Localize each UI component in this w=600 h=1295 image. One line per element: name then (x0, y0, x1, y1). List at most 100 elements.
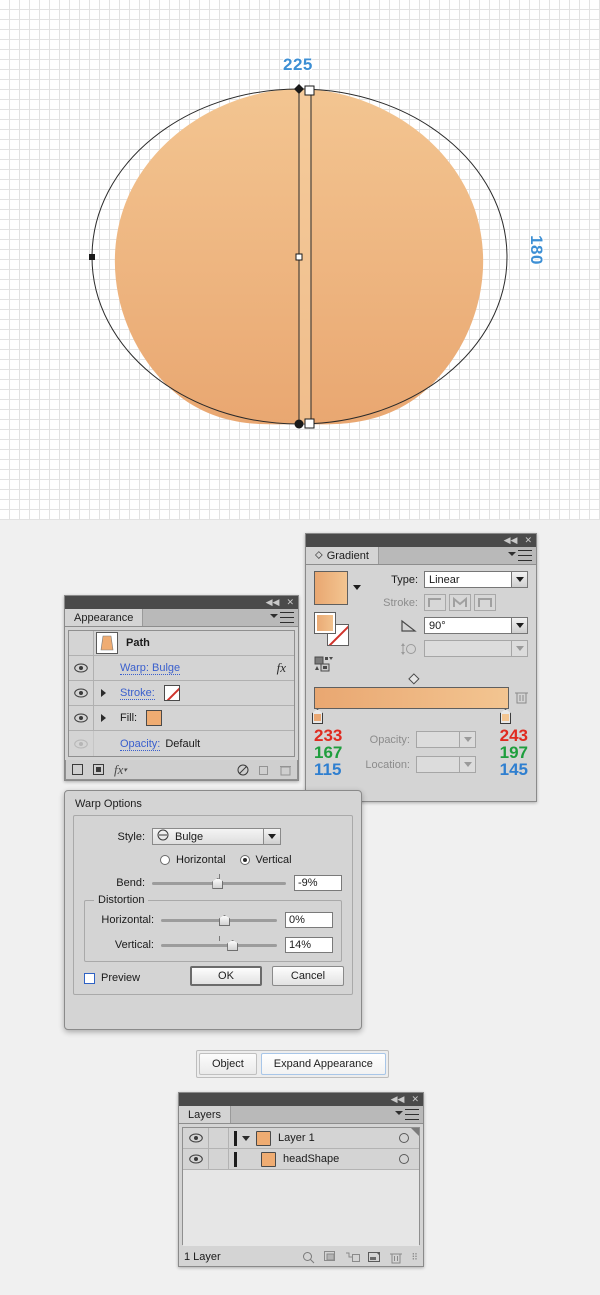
stroke-expand-arrow[interactable] (94, 689, 112, 697)
layer-row-layer1[interactable]: Layer 1 (183, 1128, 419, 1149)
tab-gradient[interactable]: ⬦ Gradient (306, 547, 379, 564)
cancel-button[interactable]: Cancel (272, 966, 344, 986)
collapse-icon[interactable]: ◀◀ (391, 1095, 405, 1104)
add-new-effect-icon[interactable]: fx ▾ (114, 762, 127, 778)
layer1-selection-bar (234, 1130, 237, 1146)
fill-visibility-toggle[interactable] (69, 706, 94, 730)
radio-horizontal-label[interactable]: Horizontal (176, 854, 226, 866)
panel-menu-icon[interactable] (280, 612, 294, 623)
gradient-type-select[interactable]: Linear (424, 571, 512, 588)
warp-style-select[interactable]: Bulge (152, 828, 264, 845)
stroke-across-button[interactable] (474, 594, 496, 611)
stroke-none-swatch[interactable] (163, 685, 180, 701)
layer1-target-indicator[interactable] (399, 1133, 409, 1143)
right-stop-green-value: 197 (499, 743, 528, 762)
collapse-icon[interactable]: ◀◀ (266, 598, 280, 607)
delete-item-icon[interactable] (280, 764, 291, 776)
gradient-slider[interactable] (312, 673, 528, 724)
fill-stroke-indicator[interactable] (314, 612, 350, 646)
layer1-visibility-toggle[interactable] (183, 1128, 209, 1148)
layer-row-headshape[interactable]: headShape (183, 1149, 419, 1170)
tab-layers[interactable]: Layers (179, 1106, 232, 1123)
gradient-angle-input[interactable]: 90° (424, 617, 512, 634)
resize-grip-icon[interactable]: ⠿ (411, 1252, 418, 1263)
gradient-ramp[interactable] (314, 687, 509, 709)
panel-menu-triangle-icon[interactable] (508, 552, 516, 556)
expand-appearance-button[interactable]: Expand Appearance (260, 1053, 386, 1075)
radio-vertical[interactable] (239, 855, 250, 865)
warp-effect-link[interactable]: Warp: Bulge (120, 662, 181, 675)
gradient-type-dropdown-icon[interactable] (512, 571, 528, 588)
gradient-opacity-input[interactable] (416, 731, 460, 748)
appearance-row-fill[interactable]: Fill: (69, 706, 294, 731)
preview-label[interactable]: Preview (101, 972, 140, 984)
layers-empty-area[interactable] (183, 1170, 419, 1246)
artboard-canvas[interactable]: 225 180 (0, 0, 600, 520)
create-new-sublayer-icon[interactable] (341, 1251, 363, 1263)
delete-stop-icon[interactable] (515, 690, 528, 707)
layer1-name[interactable]: Layer 1 (278, 1132, 315, 1144)
stroke-along-button[interactable] (449, 594, 471, 611)
distortion-horizontal-input[interactable]: 0% (285, 912, 333, 928)
locate-object-icon[interactable] (297, 1251, 319, 1264)
fill-indicator[interactable] (314, 612, 336, 634)
appearance-row-opacity[interactable]: Opacity: Default (69, 731, 294, 756)
create-new-layer-icon[interactable] (363, 1251, 385, 1263)
tab-appearance[interactable]: Appearance (65, 609, 144, 626)
close-icon[interactable]: ✕ (524, 536, 532, 545)
add-new-stroke-icon[interactable] (72, 764, 83, 775)
close-icon[interactable]: ✕ (286, 598, 294, 607)
fill-expand-arrow[interactable] (94, 714, 112, 722)
bend-slider[interactable] (152, 874, 286, 889)
stroke-within-button[interactable] (424, 594, 446, 611)
panel-menu-triangle-icon[interactable] (270, 614, 278, 618)
headshape-target-indicator[interactable] (399, 1154, 409, 1164)
stroke-visibility-toggle[interactable] (69, 681, 94, 705)
clear-appearance-icon[interactable] (237, 764, 249, 776)
gradient-angle-dropdown-icon[interactable] (512, 617, 528, 634)
bend-value-input[interactable]: -9% (294, 875, 342, 891)
warp-visibility-toggle[interactable] (69, 656, 94, 680)
distortion-horizontal-slider[interactable] (161, 914, 277, 926)
gradient-location-input[interactable] (416, 756, 460, 773)
ok-button[interactable]: OK (190, 966, 262, 986)
layer1-disclosure-icon[interactable] (242, 1135, 250, 1141)
gradient-stop-left[interactable] (312, 709, 323, 724)
radio-horizontal[interactable] (160, 855, 170, 865)
appearance-row-warp[interactable]: Warp: Bulge fx (69, 656, 294, 681)
delete-selection-icon[interactable] (385, 1251, 407, 1264)
gradient-stop-right[interactable] (500, 709, 511, 724)
layer1-lock-toggle[interactable] (209, 1128, 229, 1148)
stroke-link[interactable]: Stroke: (120, 687, 155, 700)
collapse-icon[interactable]: ◀◀ (504, 536, 518, 545)
appearance-row-stroke[interactable]: Stroke: (69, 681, 294, 706)
headshape-name[interactable]: headShape (283, 1153, 339, 1165)
close-icon[interactable]: ✕ (411, 1095, 419, 1104)
add-new-fill-icon[interactable] (93, 764, 104, 775)
headshape-visibility-toggle[interactable] (183, 1149, 209, 1169)
appearance-row-path[interactable]: Path (69, 631, 294, 656)
distortion-vertical-input[interactable]: 14% (285, 937, 333, 953)
panel-menu-icon[interactable] (405, 1109, 419, 1120)
opacity-visibility-toggle[interactable] (69, 731, 94, 756)
appearance-stroke-item[interactable]: Stroke: (120, 687, 155, 700)
appearance-opacity-item[interactable]: Opacity: (120, 737, 161, 751)
panel-menu-triangle-icon[interactable] (395, 1111, 403, 1115)
warp-style-dropdown-icon[interactable] (264, 828, 281, 845)
gradient-presets-dropdown-icon[interactable] (353, 585, 361, 590)
duplicate-item-icon[interactable] (259, 764, 270, 775)
fx-icon[interactable]: fx (277, 660, 286, 676)
make-clipping-mask-icon[interactable] (319, 1251, 341, 1263)
fill-color-swatch[interactable] (146, 710, 163, 726)
radio-vertical-label[interactable]: Vertical (256, 854, 292, 866)
preview-checkbox[interactable] (84, 972, 95, 984)
distortion-vertical-slider[interactable] (161, 936, 277, 951)
gradient-preview-swatch[interactable] (314, 571, 348, 605)
appearance-warp-item[interactable]: Warp: Bulge (120, 662, 181, 675)
headshape-lock-toggle[interactable] (209, 1149, 229, 1169)
panel-menu-icon[interactable] (518, 550, 532, 561)
gradient-aspect-input[interactable] (424, 640, 512, 657)
opacity-link[interactable]: Opacity: (120, 737, 161, 751)
fill-stroke-swap-icon[interactable] (314, 656, 364, 675)
object-button[interactable]: Object (199, 1053, 257, 1075)
